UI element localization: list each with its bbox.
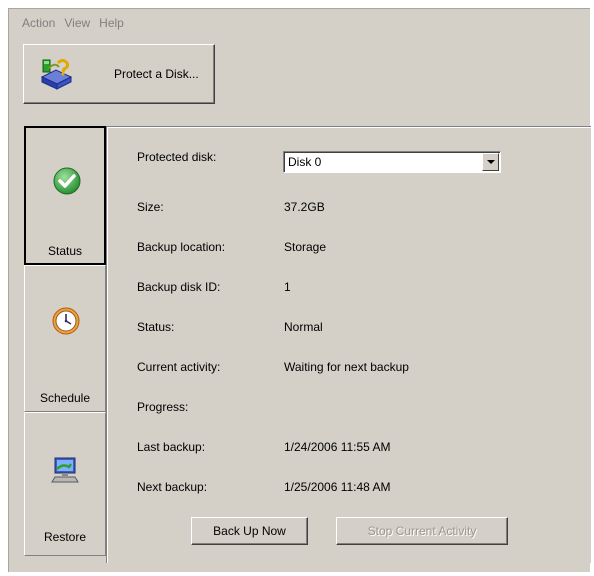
progress-label: Progress:	[137, 400, 189, 414]
last-backup-label: Last backup:	[137, 440, 206, 454]
menu-help[interactable]: Help	[99, 16, 124, 32]
app-window: Action View Help Protect a Disk... Statu…	[8, 8, 591, 572]
current-activity-value: Waiting for next backup	[284, 360, 409, 374]
size-label: Size:	[137, 200, 164, 214]
tab-restore-label: Restore	[43, 530, 87, 544]
menu-action[interactable]: Action	[22, 16, 55, 32]
next-backup-value: 1/25/2006 11:48 AM	[284, 480, 391, 494]
protected-disk-select[interactable]: Disk 0	[283, 151, 501, 173]
restore-icon	[51, 455, 81, 485]
tab-column: Status Schedule Restore	[24, 126, 106, 556]
tab-schedule-label: Schedule	[39, 391, 91, 405]
status-value: Normal	[284, 320, 323, 334]
protected-disk-value: Disk 0	[288, 155, 322, 169]
check-icon	[52, 166, 82, 196]
tab-status-label: Status	[47, 244, 83, 258]
protect-disk-label: Protect a Disk...	[114, 67, 199, 81]
size-value: 37.2GB	[284, 200, 325, 214]
protected-disk-label: Protected disk:	[137, 150, 217, 164]
backup-location-value: Storage	[284, 240, 327, 254]
last-backup-value: 1/24/2006 11:55 AM	[284, 440, 391, 454]
next-backup-label: Next backup:	[137, 480, 208, 494]
status-panel: Protected disk: Disk 0 Size: 37.2GB Back…	[106, 126, 591, 563]
backup-disk-id-label: Backup disk ID:	[137, 280, 221, 294]
disk-protect-icon	[38, 57, 74, 93]
current-activity-label: Current activity:	[137, 360, 221, 374]
chevron-down-icon[interactable]	[482, 153, 499, 171]
status-label: Status:	[137, 320, 175, 334]
back-up-now-button[interactable]: Back Up Now	[191, 517, 308, 545]
menu-view[interactable]: View	[64, 16, 90, 32]
backup-location-label: Backup location:	[137, 240, 226, 254]
backup-disk-id-value: 1	[284, 280, 291, 294]
menu-bar: Action View Help	[22, 16, 133, 32]
protect-disk-button[interactable]: Protect a Disk...	[23, 44, 215, 104]
stop-current-activity-button[interactable]: Stop Current Activity	[336, 517, 508, 545]
clock-icon	[51, 306, 81, 336]
tab-schedule[interactable]: Schedule	[24, 265, 106, 412]
tab-restore[interactable]: Restore	[24, 412, 106, 556]
tab-status[interactable]: Status	[24, 126, 106, 265]
